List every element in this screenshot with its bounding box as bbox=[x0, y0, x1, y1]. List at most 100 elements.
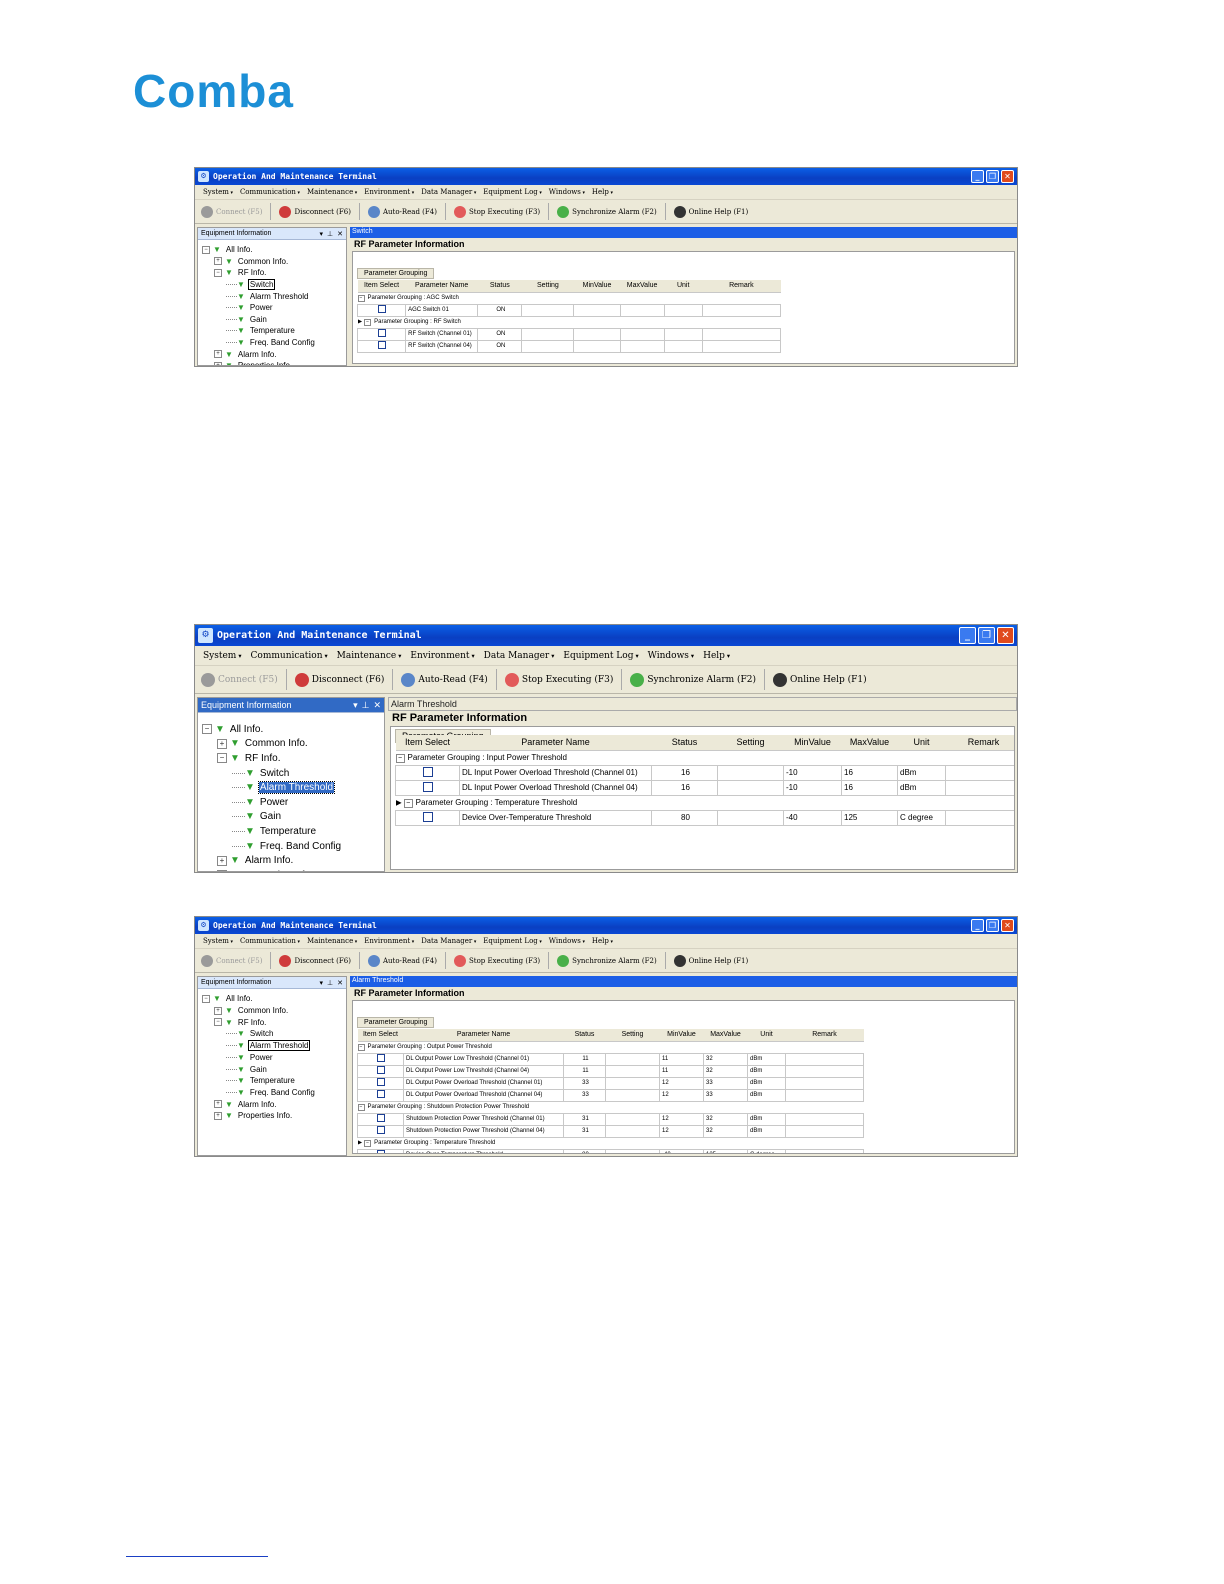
menu-communication[interactable]: Communication bbox=[240, 937, 300, 945]
setting-cell[interactable] bbox=[521, 339, 575, 353]
minimize-button[interactable]: _ bbox=[959, 627, 976, 644]
help-button[interactable]: Online Help (F1) bbox=[673, 954, 748, 967]
group-row[interactable]: ▶ − Parameter Grouping : Temperature Thres… bbox=[395, 794, 1014, 811]
item-select-cell[interactable] bbox=[395, 764, 460, 781]
item-select-cell[interactable] bbox=[395, 809, 460, 826]
expand-icon[interactable]: + bbox=[217, 738, 227, 749]
item-select-cell[interactable] bbox=[356, 339, 407, 353]
column-header-item-select[interactable]: Item Select bbox=[357, 280, 406, 292]
tree-item-power[interactable]: ▼ Power bbox=[226, 302, 274, 314]
close-icon[interactable]: ✕ bbox=[337, 979, 343, 987]
column-header-maxvalue[interactable]: MaxValue bbox=[620, 280, 665, 292]
tree-item-common-info[interactable]: + ▼ Common Info. bbox=[214, 256, 289, 268]
menu-system[interactable]: System bbox=[203, 188, 233, 196]
table-row[interactable]: DL Output Power Overload Threshold (Chan… bbox=[357, 1088, 864, 1102]
menu-windows[interactable]: Windows bbox=[648, 651, 694, 661]
setting-cell[interactable] bbox=[717, 779, 784, 796]
minimize-button[interactable]: _ bbox=[971, 170, 984, 183]
setting-cell[interactable] bbox=[605, 1148, 660, 1153]
row-checkbox[interactable] bbox=[422, 781, 433, 792]
connect-button[interactable]: Connect (F5) bbox=[201, 672, 278, 687]
row-checkbox[interactable] bbox=[377, 329, 386, 337]
tree-item-alarm-threshold[interactable]: ▼ Alarm Threshold bbox=[232, 780, 336, 795]
menu-system[interactable]: System bbox=[203, 937, 233, 945]
pin-icon[interactable]: ⊥ bbox=[327, 979, 333, 987]
collapse-icon[interactable]: − bbox=[357, 294, 365, 302]
collapse-icon[interactable]: − bbox=[217, 753, 227, 764]
group-row[interactable]: ▶ − Parameter Grouping : Temperature Thres… bbox=[357, 1136, 864, 1150]
dropdown-icon[interactable]: ▾ bbox=[353, 700, 358, 711]
dropdown-icon[interactable]: ▾ bbox=[320, 230, 324, 238]
collapse-icon[interactable]: − bbox=[395, 753, 405, 763]
column-header-setting[interactable]: Setting bbox=[605, 1029, 660, 1041]
tree-item-alarm-threshold[interactable]: ▼ Alarm Threshold bbox=[226, 1040, 311, 1052]
table-row[interactable]: DL Output Power Low Threshold (Channel 0… bbox=[357, 1064, 864, 1078]
row-checkbox[interactable] bbox=[376, 1126, 385, 1134]
parameter-grouping-button[interactable]: Parameter Grouping bbox=[357, 268, 435, 279]
column-header-setting[interactable]: Setting bbox=[521, 280, 574, 292]
tree-item-properties-info[interactable]: +▼ Properties Info. bbox=[214, 360, 293, 365]
help-button[interactable]: Online Help (F1) bbox=[673, 205, 748, 218]
item-select-cell[interactable] bbox=[357, 1124, 404, 1138]
tree-item-freq-band-config[interactable]: ▼ Freq. Band Config bbox=[226, 1087, 316, 1099]
expand-icon[interactable]: + bbox=[214, 361, 222, 365]
item-select-cell[interactable] bbox=[357, 1076, 404, 1090]
expand-icon[interactable]: + bbox=[214, 1111, 222, 1120]
tree-item-alarm-threshold[interactable]: ▼ Alarm Threshold bbox=[226, 290, 309, 302]
tree-item-temperature[interactable]: ▼ Temperature bbox=[232, 824, 317, 839]
tree-item-switch[interactable]: ▼ Switch bbox=[232, 766, 290, 781]
menu-maintenance[interactable]: Maintenance bbox=[337, 651, 402, 661]
collapse-icon[interactable]: − bbox=[364, 319, 372, 326]
item-select-cell[interactable] bbox=[357, 1064, 404, 1078]
row-checkbox[interactable] bbox=[376, 1066, 385, 1074]
collapse-icon[interactable]: − bbox=[202, 724, 212, 735]
column-header-parameter-name[interactable]: Parameter Name bbox=[405, 280, 478, 292]
menu-maintenance[interactable]: Maintenance bbox=[307, 937, 357, 945]
tree-item-rf-info[interactable]: − ▼ RF Info. bbox=[214, 267, 267, 279]
column-header-minvalue[interactable]: MinValue bbox=[659, 1029, 704, 1041]
sync-button[interactable]: Synchronize Alarm (F2) bbox=[630, 672, 756, 687]
menu-help[interactable]: Help bbox=[592, 937, 613, 945]
tree-item-alarm-info[interactable]: + ▼ Alarm Info. bbox=[214, 348, 278, 360]
group-row[interactable]: − Parameter Grouping : AGC Switch bbox=[357, 291, 781, 305]
disconnect-button[interactable]: Disconnect (F6) bbox=[279, 205, 351, 218]
menu-environment[interactable]: Environment bbox=[410, 651, 474, 661]
menu-environment[interactable]: Environment bbox=[364, 937, 414, 945]
collapse-icon[interactable]: − bbox=[403, 798, 413, 808]
setting-cell[interactable] bbox=[605, 1124, 660, 1138]
collapse-icon[interactable]: − bbox=[357, 1103, 365, 1111]
auto-read-button[interactable]: Auto-Read (F4) bbox=[367, 205, 437, 218]
tree-item-temperature[interactable]: ▼ Temperature bbox=[226, 1075, 296, 1087]
column-header-unit[interactable]: Unit bbox=[747, 1029, 786, 1041]
group-row[interactable]: − Parameter Grouping : Input Power Thresh… bbox=[395, 749, 1014, 766]
restore-button[interactable]: ❐ bbox=[986, 170, 999, 183]
row-checkbox[interactable] bbox=[422, 766, 433, 777]
sync-button[interactable]: Synchronize Alarm (F2) bbox=[557, 954, 657, 967]
close-button[interactable]: ✕ bbox=[1001, 919, 1014, 932]
column-header-status[interactable]: Status bbox=[563, 1029, 606, 1041]
column-header-unit[interactable]: Unit bbox=[897, 735, 946, 750]
collapse-icon[interactable]: − bbox=[364, 1140, 372, 1147]
column-header-remark[interactable]: Remark bbox=[702, 280, 781, 292]
menu-communication[interactable]: Communication bbox=[240, 188, 300, 196]
connect-button[interactable]: Connect (F5) bbox=[201, 954, 262, 967]
column-header-status[interactable]: Status bbox=[651, 735, 718, 750]
setting-cell[interactable] bbox=[605, 1088, 660, 1102]
tree-item-freq-band-config[interactable]: ▼ Freq. Band Config bbox=[226, 337, 316, 349]
setting-cell[interactable] bbox=[605, 1112, 660, 1126]
menu-communication[interactable]: Communication bbox=[251, 651, 328, 661]
help-button[interactable]: Online Help (F1) bbox=[773, 672, 867, 687]
group-row[interactable]: − Parameter Grouping : Shutdown Protectio… bbox=[357, 1100, 864, 1114]
tree-item-alarm-info[interactable]: + ▼ Alarm Info. bbox=[214, 1098, 278, 1110]
table-row[interactable]: AGC Switch 01 ON bbox=[356, 303, 782, 317]
item-select-cell[interactable] bbox=[357, 1112, 404, 1126]
close-icon[interactable]: ✕ bbox=[337, 230, 343, 238]
column-header-setting[interactable]: Setting bbox=[717, 735, 784, 750]
menu-environment[interactable]: Environment bbox=[364, 188, 414, 196]
auto-read-button[interactable]: Auto-Read (F4) bbox=[401, 672, 488, 687]
close-button[interactable]: ✕ bbox=[997, 627, 1014, 644]
stop-button[interactable]: Stop Executing (F3) bbox=[504, 672, 613, 687]
group-row[interactable]: − Parameter Grouping : Output Power Thres… bbox=[357, 1040, 864, 1054]
expand-icon[interactable]: + bbox=[217, 870, 227, 871]
menu-maintenance[interactable]: Maintenance bbox=[307, 188, 357, 196]
